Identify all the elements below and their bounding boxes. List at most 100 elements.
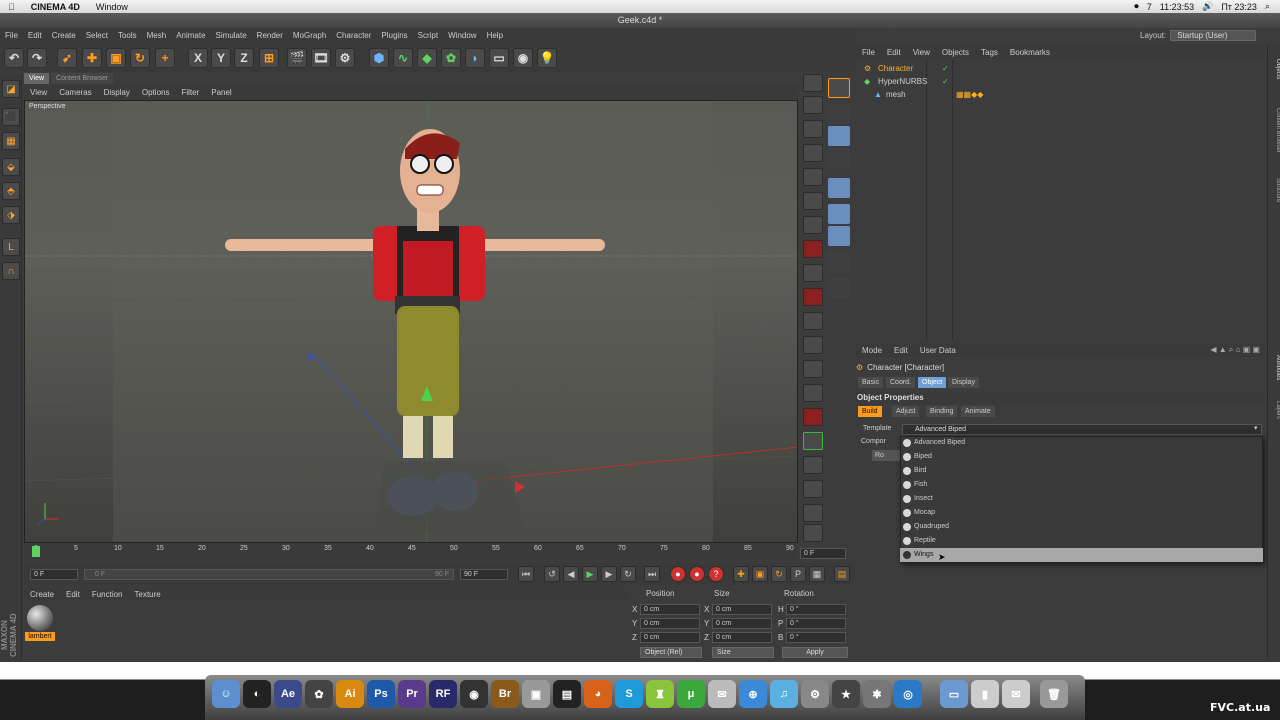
rotation-h-field[interactable]: 0 ° <box>786 604 846 615</box>
previous-frame-icon[interactable]: ◀ <box>563 566 579 582</box>
torus-tool-icon[interactable] <box>803 192 823 210</box>
magnet-tool-icon[interactable] <box>828 78 850 98</box>
2d-view-icon[interactable] <box>828 104 850 124</box>
obj-menu-edit[interactable]: Edit <box>881 48 907 57</box>
disc-tool-icon[interactable] <box>803 480 823 498</box>
record-rotation-icon[interactable]: ↻ <box>771 566 787 582</box>
menu-help[interactable]: Help <box>482 31 508 40</box>
rtab-attributes[interactable]: Attributes <box>1268 345 1280 390</box>
vp-menu-options[interactable]: Options <box>136 88 176 97</box>
kinect-icon[interactable]: ✿ <box>305 680 333 708</box>
cylinder-tool-icon[interactable] <box>803 144 823 162</box>
aftereffects-icon[interactable]: Ae <box>274 680 302 708</box>
tab-object[interactable]: Object <box>918 377 947 388</box>
cube-alt-tool-icon[interactable] <box>803 504 823 522</box>
record-position-icon[interactable]: ✚ <box>733 566 749 582</box>
floor-scene-icon[interactable]: ▭ <box>489 48 509 68</box>
capsule-tool-icon[interactable] <box>803 216 823 234</box>
imovie-icon[interactable]: ★ <box>832 680 860 708</box>
option-wings[interactable]: Wings ➤ <box>900 548 1263 562</box>
position-z-field[interactable]: 0 cm <box>640 632 700 643</box>
rotation-b-field[interactable]: 0 ° <box>786 632 846 643</box>
quicktime-icon[interactable]: ◉ <box>460 680 488 708</box>
utility-icon[interactable]: ✱ <box>863 680 891 708</box>
object-row-character[interactable]: ⚙ Character ✓ <box>856 62 1266 75</box>
cmotion-tool-icon[interactable] <box>828 278 850 298</box>
folder-icon[interactable]: ▭ <box>940 680 968 708</box>
size-z-field[interactable]: 0 cm <box>712 632 772 643</box>
weight-tool-icon[interactable] <box>828 204 850 224</box>
move-tool-icon[interactable]: ✚ <box>82 48 102 68</box>
obj-menu-bookmarks[interactable]: Bookmarks <box>1004 48 1056 57</box>
option-biped[interactable]: Biped <box>900 450 1263 464</box>
obj-menu-objects[interactable]: Objects <box>936 48 975 57</box>
edge-mode-icon[interactable]: ⬘ <box>2 182 20 200</box>
itunes-icon[interactable]: ♫ <box>770 680 798 708</box>
illustrator-icon[interactable]: Ai <box>336 680 364 708</box>
deformer-icon[interactable]: ◗ <box>465 48 485 68</box>
render-settings-icon[interactable]: ⚙ <box>335 48 355 68</box>
attr-menu-userdata[interactable]: User Data <box>914 346 962 355</box>
go-to-end-icon[interactable]: ⏭ <box>644 566 660 582</box>
render-picture-viewer-icon[interactable]: 🎞 <box>311 48 331 68</box>
mat-menu-create[interactable]: Create <box>24 590 60 599</box>
template-dropdown[interactable]: Advanced Biped <box>902 424 1262 435</box>
utorrent-icon[interactable]: μ <box>677 680 705 708</box>
coord-mode-dropdown[interactable]: Object (Rel) <box>640 647 702 658</box>
root-component-button[interactable]: Ro <box>872 450 902 461</box>
axis-mode-icon[interactable]: L <box>2 238 20 256</box>
z-axis-lock-icon[interactable]: Z <box>234 48 254 68</box>
texture-mode-icon[interactable]: ▦ <box>2 132 20 150</box>
object-row-hypernurbs[interactable]: ◆ HyperNURBS ✓ <box>856 75 1266 88</box>
option-advanced-biped[interactable]: Advanced Biped <box>900 436 1263 450</box>
record-status-icon[interactable]: ⏺ <box>1134 1 1139 12</box>
tab-basic[interactable]: Basic <box>858 377 884 388</box>
mat-menu-texture[interactable]: Texture <box>129 590 167 599</box>
keyframe-selection-icon[interactable]: ? <box>708 566 724 582</box>
vp-menu-panel[interactable]: Panel <box>205 88 237 97</box>
option-insect[interactable]: Insect <box>900 492 1263 506</box>
material-name[interactable]: lambert <box>25 632 55 641</box>
redo-icon[interactable]: ↷ <box>27 48 47 68</box>
menu-plugins[interactable]: Plugins <box>376 31 412 40</box>
next-frame-icon[interactable]: ▶ <box>601 566 617 582</box>
option-fish[interactable]: Fish <box>900 478 1263 492</box>
tab-display[interactable]: Display <box>948 377 979 388</box>
firefox-icon[interactable]: ◕ <box>584 680 612 708</box>
point-mode-icon[interactable]: ⬙ <box>2 158 20 176</box>
system-preferences-icon[interactable]: ⚙ <box>801 680 829 708</box>
obj-menu-view[interactable]: View <box>907 48 936 57</box>
apple-icon[interactable]:  <box>0 2 23 12</box>
menu-render[interactable]: Render <box>252 31 288 40</box>
tab-coord[interactable]: Coord. <box>886 377 916 388</box>
attr-menu-edit[interactable]: Edit <box>888 346 914 355</box>
apply-button[interactable]: Apply <box>782 647 848 658</box>
size-x-field[interactable]: 0 cm <box>712 604 772 615</box>
finder-icon[interactable]: ☺ <box>212 680 240 708</box>
tab-view[interactable]: View <box>24 73 50 84</box>
polygon-tool-icon[interactable] <box>803 432 823 450</box>
record-keys-icon[interactable]: ● <box>670 566 686 582</box>
timeline-playhead[interactable] <box>32 546 40 557</box>
figure-tool-icon[interactable] <box>803 336 823 354</box>
menu-simulate[interactable]: Simulate <box>211 31 252 40</box>
menu-file[interactable]: File <box>0 31 23 40</box>
size-y-field[interactable]: 0 cm <box>712 618 772 629</box>
tab-content-browser[interactable]: Content Browser <box>51 73 114 84</box>
skype-icon[interactable]: S <box>615 680 643 708</box>
tube-tool-icon[interactable] <box>803 312 823 330</box>
bridge-icon[interactable]: Br <box>491 680 519 708</box>
landscape-tool-icon[interactable] <box>803 360 823 378</box>
autokey-icon[interactable]: ● <box>689 566 705 582</box>
end-frame-field[interactable]: 90 F <box>460 569 508 580</box>
app-menu-name[interactable]: CINEMA 4D <box>23 2 88 12</box>
subtab-animate[interactable]: Animate <box>961 406 995 417</box>
plane-tool-icon[interactable] <box>803 120 823 138</box>
obj-menu-tags[interactable]: Tags <box>975 48 1004 57</box>
option-quadruped[interactable]: Quadruped <box>900 520 1263 534</box>
timeline-window-icon[interactable]: ▤ <box>834 566 850 582</box>
mail-stack-icon[interactable]: ✉ <box>1002 680 1030 708</box>
current-frame-field[interactable]: 0 F <box>800 548 846 559</box>
previous-key-icon[interactable]: ↺ <box>544 566 560 582</box>
mat-menu-function[interactable]: Function <box>86 590 129 599</box>
